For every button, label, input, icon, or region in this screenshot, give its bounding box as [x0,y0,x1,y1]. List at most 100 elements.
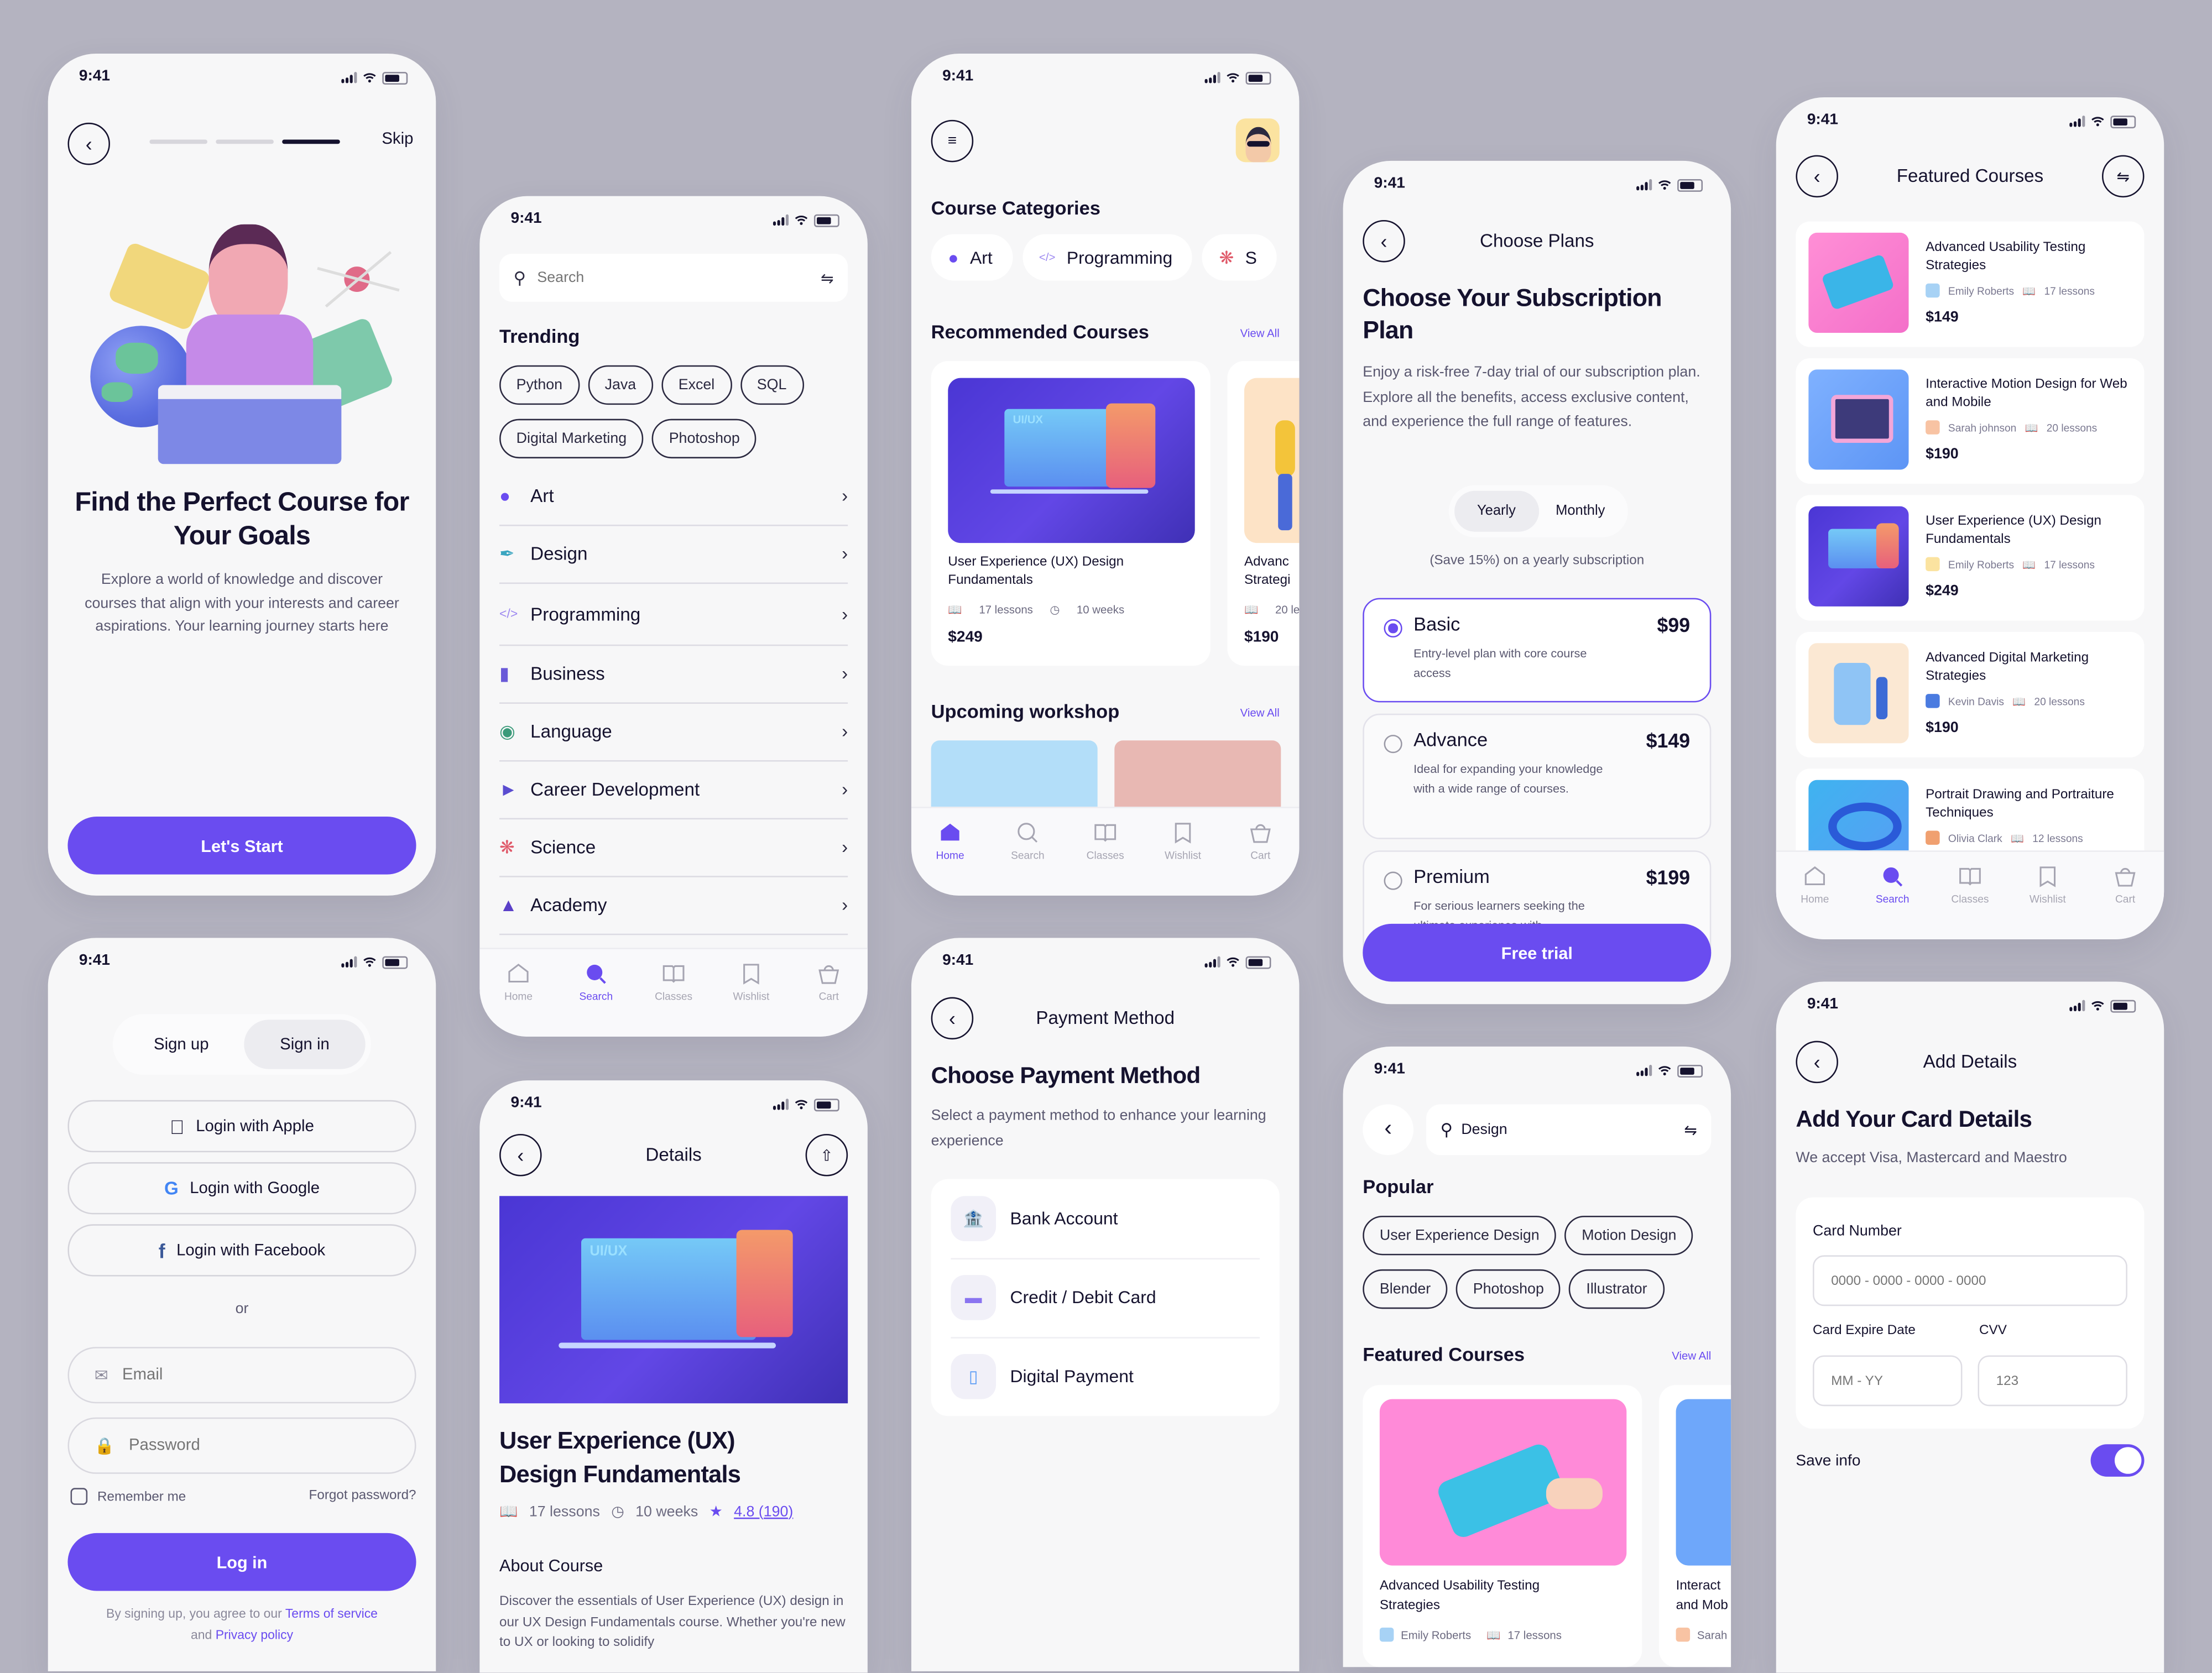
tab-cart[interactable]: Cart [1225,822,1296,896]
terms-link[interactable]: Terms of service [285,1607,378,1621]
course-card[interactable]: Advanced Usability Testing Strategies Em… [1363,1385,1642,1667]
workshop-card[interactable] [931,740,1098,811]
view-all-link[interactable]: View All [1240,707,1280,719]
tab-classes[interactable]: Classes [638,963,709,1037]
category-chip-art[interactable]: ● Art [931,234,1013,281]
toggle-monthly[interactable]: Monthly [1538,491,1623,532]
toggle-sign-in[interactable]: Sign in [244,1020,366,1069]
course-list-item[interactable]: Advanced Usability Testing Strategies Em… [1796,221,2145,347]
password-field[interactable]: 🔒 [67,1417,416,1474]
email-field[interactable]: ✉ [67,1347,416,1404]
tab-search[interactable]: Search [561,963,632,1037]
facebook-icon: f [158,1239,165,1262]
search-input[interactable] [534,268,821,288]
course-list-item[interactable]: Advanced Digital Marketing Strategies Ke… [1796,631,2145,757]
radio-selected[interactable] [1384,619,1402,638]
payment-method-bank[interactable]: 🏦 Bank Account [951,1179,1260,1260]
toggle-sign-up[interactable]: Sign up [118,1036,244,1053]
course-list-item[interactable]: Interactive Motion Design for Web and Mo… [1796,358,2145,484]
tab-search[interactable]: Search [1857,866,1928,939]
login-apple-button[interactable]: Login with Apple [67,1100,416,1153]
menu-button[interactable]: ≡ [931,119,974,163]
back-button[interactable]: ‹ [1363,1104,1414,1156]
email-input[interactable] [119,1365,415,1386]
filter-icon[interactable]: ⇋ [821,269,834,287]
tab-label: Home [504,990,533,1003]
radio-unselected[interactable] [1384,735,1402,754]
trending-tag[interactable]: Python [499,365,580,405]
avatar[interactable] [1235,118,1280,163]
course-card[interactable]: UI/UX User Experience (UX) Design Fundam… [931,361,1211,666]
tab-wishlist[interactable]: Wishlist [716,963,787,1037]
category-chip-science[interactable]: ❋ S [1202,234,1277,281]
laptop-base-illustration [990,489,1149,494]
trending-tag[interactable]: Digital Marketing [499,419,644,459]
tab-classes[interactable]: Classes [1935,866,2006,939]
trending-tag[interactable]: Java [588,365,653,405]
tab-wishlist[interactable]: Wishlist [2012,866,2083,939]
remember-me[interactable]: Remember me [70,1488,186,1505]
course-card[interactable]: Interact and Mob Sarah [1658,1385,1731,1667]
popular-tag[interactable]: Illustrator [1569,1269,1665,1309]
share-button[interactable]: ⇧ [805,1134,848,1177]
plan-basic[interactable]: Basic $99 Entry-level plan with core cou… [1363,598,1712,703]
search-bar[interactable]: ⚲ ⇋ [499,254,848,302]
filter-icon[interactable]: ⇋ [1684,1121,1697,1139]
trending-tag[interactable]: SQL [740,365,804,405]
category-row-science[interactable]: ❋ Science › [499,818,848,877]
popular-tag[interactable]: Motion Design [1564,1215,1694,1256]
card-number-input[interactable] [1813,1255,2127,1306]
trending-tag[interactable]: Photoshop [652,419,757,459]
plan-advance[interactable]: Advance $149 Ideal for expanding your kn… [1363,713,1712,839]
tab-search[interactable]: Search [993,822,1063,896]
tab-cart[interactable]: Cart [2090,866,2161,939]
view-all-link[interactable]: View All [1672,1350,1711,1362]
free-trial-button[interactable]: Free trial [1363,923,1712,982]
chevron-right-icon: › [842,662,848,684]
filter-button[interactable]: ⇋ [2101,155,2145,198]
popular-tag[interactable]: Photoshop [1456,1269,1561,1309]
category-row-academy[interactable]: ▲ Academy › [499,876,848,935]
search-bar[interactable]: ⚲ Design ⇋ [1426,1104,1712,1156]
forgot-password-link[interactable]: Forgot password? [309,1488,416,1503]
tab-classes[interactable]: Classes [1070,822,1141,896]
password-input[interactable] [126,1435,415,1456]
radio-unselected[interactable] [1384,871,1402,890]
payment-method-card[interactable]: ▬ Credit / Debit Card [951,1258,1260,1339]
payment-method-digital[interactable]: ▯ Digital Payment [951,1337,1260,1416]
category-row-language[interactable]: ◉ Language › [499,702,848,762]
expiry-input[interactable] [1813,1355,1963,1407]
category-row-programming[interactable]: </> Programming › [499,583,848,646]
tab-cart[interactable]: Cart [794,963,864,1037]
tab-home[interactable]: Home [483,963,554,1037]
rating-link[interactable]: 4.8 (190) [734,1503,793,1520]
trending-tag[interactable]: Excel [661,365,732,405]
popular-tag[interactable]: User Experience Design [1363,1215,1557,1256]
course-list-item[interactable]: User Experience (UX) Design Fundamentals… [1796,495,2145,621]
tab-home[interactable]: Home [915,822,985,896]
back-button[interactable]: ‹ [67,122,110,165]
tab-home[interactable]: Home [1780,866,1850,939]
category-row-career[interactable]: ► Career Development › [499,760,848,820]
category-row-art[interactable]: ● Art › [499,467,848,526]
category-row-business[interactable]: ▮ Business › [499,645,848,704]
lets-start-button[interactable]: Let's Start [67,817,416,875]
popular-tag[interactable]: Blender [1363,1269,1448,1309]
skip-button[interactable]: Skip [382,131,413,148]
course-card[interactable]: Advanc Strategi 📖 20 les $190 [1227,361,1300,666]
view-all-link[interactable]: View All [1240,327,1280,340]
search-query[interactable]: Design [1461,1121,1684,1138]
toggle-yearly[interactable]: Yearly [1454,490,1538,532]
remember-checkbox[interactable] [70,1488,88,1505]
category-chip-programming[interactable]: </> Programming [1022,234,1192,281]
workshop-card[interactable] [1114,740,1281,811]
privacy-link[interactable]: Privacy policy [216,1628,293,1642]
save-info-toggle[interactable] [2090,1444,2145,1477]
category-row-design[interactable]: ✒ Design › [499,525,848,584]
login-google-button[interactable]: G Login with Google [67,1162,416,1215]
cvv-input[interactable] [1978,1355,2127,1407]
tab-wishlist[interactable]: Wishlist [1147,822,1218,896]
login-facebook-button[interactable]: f Login with Facebook [67,1224,416,1277]
login-button[interactable]: Log in [67,1533,416,1591]
auth-toggle: Sign up Sign in [113,1014,371,1075]
